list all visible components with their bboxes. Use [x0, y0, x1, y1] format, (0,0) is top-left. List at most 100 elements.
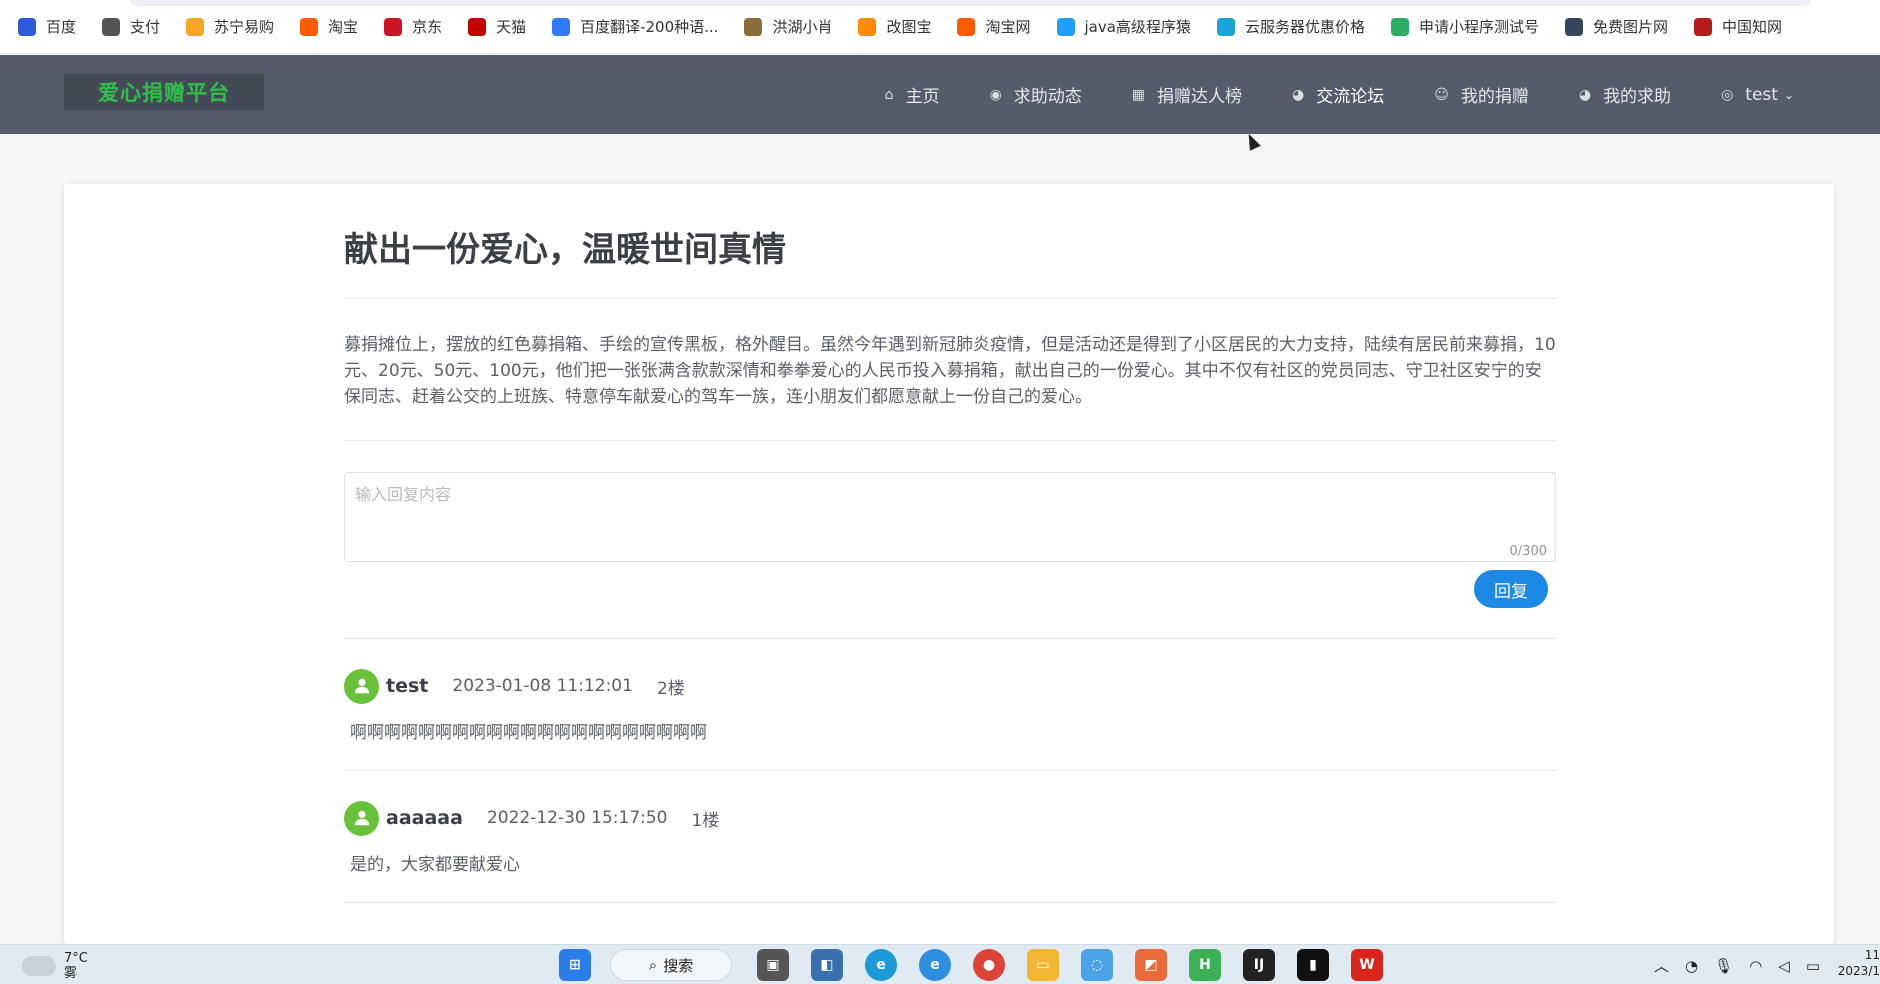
bookmark-item[interactable]: 中国知网 — [1693, 16, 1782, 37]
edge-icon[interactable]: e — [865, 949, 897, 981]
comment-username[interactable]: test — [386, 675, 428, 697]
pie-icon: ◕ — [1578, 86, 1592, 103]
user-circle-icon: ◎ — [1721, 86, 1734, 103]
top-navbar: 爱心捐赠平台 ⌂ 主页 ◉ 求助动态 ▦ 捐赠达人榜 ◕ 交流论坛 ☺ 我的捐赠 ◕ 我的求助 ◎ tes… — [0, 55, 1880, 134]
bookmark-label: 百度翻译-200种语... — [580, 18, 719, 36]
nav-item[interactable]: ▦ 捐赠达人榜 — [1131, 82, 1242, 108]
clock-date: 2023/1 — [1837, 964, 1880, 978]
bookmark-label: 申请小程序测试号 — [1418, 18, 1539, 36]
bookmark-label: 淘宝 — [328, 18, 359, 36]
chrome-icon[interactable]: ● — [973, 949, 1005, 981]
comment-text: 啊啊啊啊啊啊啊啊啊啊啊啊啊啊啊啊啊啊啊啊啊 — [350, 723, 707, 743]
reply-button[interactable]: 回复 — [1474, 570, 1548, 608]
reply-input[interactable] — [345, 473, 1555, 561]
divider — [344, 298, 1556, 299]
mouse-cursor-icon — [1243, 131, 1261, 151]
bookmark-label: 洪湖小肖 — [772, 18, 833, 36]
bookmark-label: java高级程序猿 — [1084, 18, 1191, 36]
search-label: 搜索 — [663, 956, 694, 975]
grid-icon: ▦ — [1131, 86, 1146, 103]
bookmark-label: 淘宝网 — [985, 18, 1031, 36]
bookmark-item[interactable]: 云服务器优惠价格 — [1216, 16, 1365, 37]
bookmark-item[interactable]: 苏宁易购 — [186, 16, 274, 37]
windows-start-icon[interactable]: ⊞ — [559, 949, 591, 981]
comment-time: 2023-01-08 11:12:01 — [452, 676, 633, 696]
nav-item[interactable]: ◕ 我的求助 — [1578, 82, 1672, 108]
file-explorer-icon[interactable]: ▭ — [1027, 949, 1059, 981]
comment-header: aaaaaa 2022-12-30 15:17:50 1楼 — [344, 800, 1556, 836]
divider — [344, 770, 1556, 771]
comment-header: test 2023-01-08 11:12:01 2楼 — [344, 668, 1556, 704]
system-clock[interactable]: 11 2023/1 — [1838, 947, 1880, 979]
app-icon[interactable]: ◌ — [1081, 949, 1113, 981]
nav-item-label: 我的求助 — [1603, 87, 1672, 107]
battery-icon[interactable]: ▭ — [1806, 957, 1820, 975]
home-icon: ⌂ — [884, 86, 894, 103]
comment-username[interactable]: aaaaaa — [386, 807, 463, 829]
microphone-icon[interactable]: 🎙 — [1714, 957, 1733, 975]
bookmark-item[interactable]: 淘宝网 — [957, 16, 1031, 37]
bookmark-item[interactable]: 京东 — [384, 16, 442, 37]
bookmark-item[interactable]: 改图宝 — [858, 16, 931, 37]
bookmark-item[interactable]: 免费图片网 — [1564, 16, 1668, 37]
site-logo[interactable]: 爱心捐赠平台 — [64, 74, 264, 110]
cloud-icon — [22, 956, 56, 976]
weather-desc: 雾 — [64, 966, 78, 981]
nav-item[interactable]: ◎ test ⌄ — [1721, 85, 1794, 105]
bookmark-label: 天猫 — [496, 18, 527, 36]
gaitubao-icon — [858, 17, 877, 36]
taskbar-search[interactable]: ⌕ 搜索 — [610, 949, 732, 981]
avatar[interactable] — [344, 668, 379, 704]
bookmark-item[interactable]: java高级程序猿 — [1056, 16, 1191, 37]
bookmark-item[interactable]: 洪湖小肖 — [744, 16, 832, 37]
smile-icon: ☺ — [1434, 86, 1449, 103]
bookmark-item[interactable]: 百度 — [18, 16, 76, 37]
nav-item[interactable]: ⌂ 主页 — [884, 82, 940, 108]
weather-temp: 7°C — [64, 951, 88, 966]
bilibili-tv-icon — [1056, 17, 1075, 36]
divider — [344, 638, 1556, 639]
clock-time: 11 — [1864, 948, 1880, 962]
avatar[interactable] — [344, 800, 379, 836]
bookmark-item[interactable]: 申请小程序测试号 — [1390, 16, 1539, 37]
chevron-down-icon: ⌄ — [1783, 87, 1794, 102]
bookmarks-list: 百度 支付 苏宁易购 淘宝 京东 天猫 百度翻译-200种语... 洪湖小肖 改图宝 淘宝网 jav… — [18, 16, 1808, 37]
wifi-icon[interactable]: ◠ — [1749, 957, 1762, 975]
bookmarks-bar: 百度 支付 苏宁易购 淘宝 京东 天猫 百度翻译-200种语... 洪湖小肖 改图宝 淘宝网 jav… — [0, 0, 1880, 54]
hbuilder-icon[interactable]: H — [1189, 949, 1221, 981]
wps-icon[interactable]: W — [1351, 949, 1383, 981]
translate-icon — [552, 17, 571, 36]
volume-icon[interactable]: ◁ — [1778, 957, 1790, 975]
intellij-icon[interactable]: IJ — [1243, 949, 1275, 981]
browser-toolbar-edge — [130, 0, 1810, 6]
qq-icon[interactable]: ◔ — [1685, 957, 1698, 975]
wechat-icon — [1390, 17, 1409, 36]
taskbar-apps: ⊞ ⌕ 搜索 ▣ ◧ e e ● ▭ ◌ ◩ H IJ ▮ W — [548, 949, 1394, 981]
weather-widget[interactable]: 7°C 雾 — [22, 951, 88, 981]
bookmark-label: 云服务器优惠价格 — [1244, 18, 1365, 36]
bookmark-label: 京东 — [412, 18, 443, 36]
nav-item[interactable]: ☺ 我的捐赠 — [1434, 82, 1529, 108]
globe-icon — [102, 17, 121, 36]
tumblr-icon — [1564, 17, 1583, 36]
suning-lion-icon — [186, 17, 205, 36]
bookmark-item[interactable]: 天猫 — [468, 16, 526, 37]
nav-item[interactable]: ◕ 交流论坛 — [1292, 82, 1384, 108]
bookmark-item[interactable]: 支付 — [102, 16, 160, 37]
app-icon[interactable]: ◧ — [811, 949, 843, 981]
nav-item[interactable]: ◉ 求助动态 — [989, 82, 1082, 108]
baidu-paw-icon — [18, 17, 36, 36]
circle-arrow-icon: ◉ — [989, 86, 1002, 103]
jd-icon — [384, 17, 403, 36]
tmall-icon — [468, 17, 487, 36]
reply-char-counter: 0/300 — [1509, 544, 1547, 559]
ie-icon[interactable]: e — [919, 949, 951, 981]
terminal-icon[interactable]: ▮ — [1297, 949, 1329, 981]
comment-item: test 2023-01-08 11:12:01 2楼 啊啊啊啊啊啊啊啊啊啊啊啊… — [344, 668, 1556, 743]
bookmark-item[interactable]: 百度翻译-200种语... — [552, 16, 718, 37]
task-view-icon[interactable]: ▣ — [757, 949, 789, 981]
chevron-up-icon[interactable]: ︿ — [1654, 955, 1669, 976]
app-icon[interactable]: ◩ — [1135, 949, 1167, 981]
bookmark-item[interactable]: 淘宝 — [300, 16, 358, 37]
divider — [344, 440, 1556, 441]
